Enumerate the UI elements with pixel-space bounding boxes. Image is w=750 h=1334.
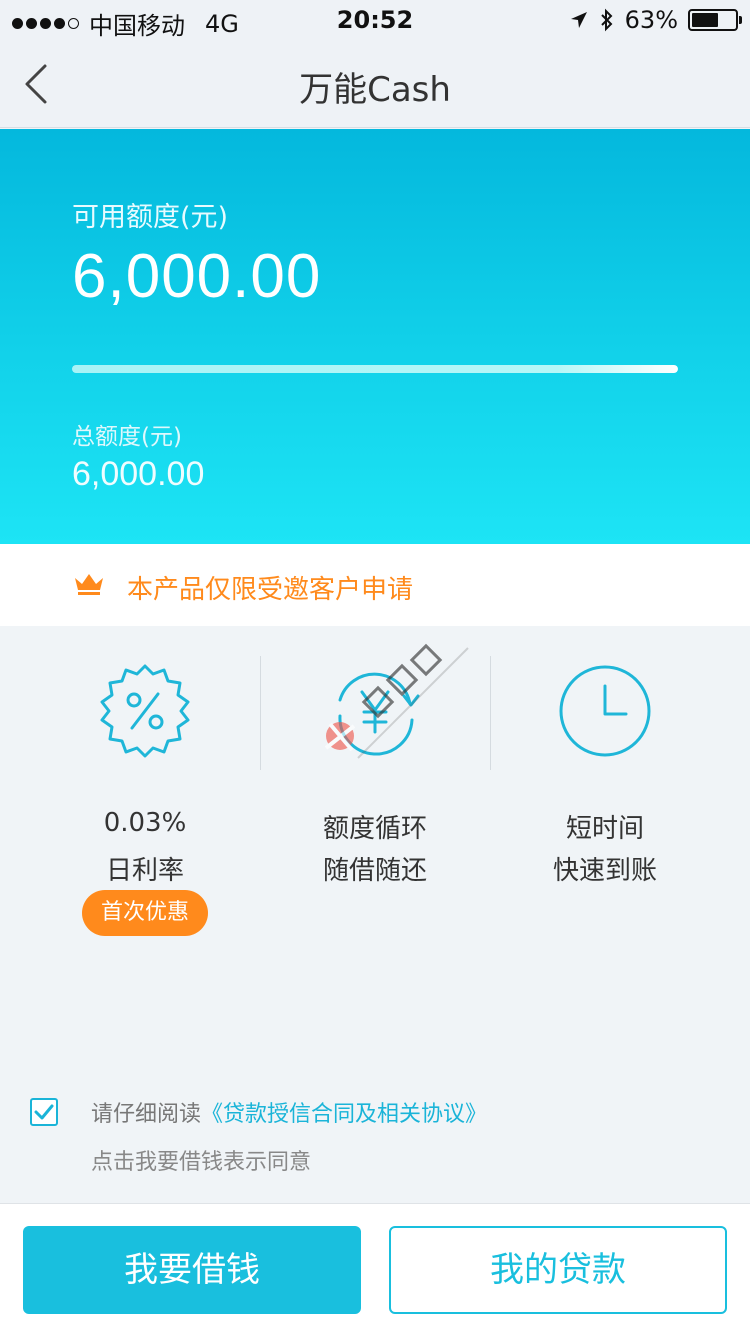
battery-level: [692, 13, 719, 27]
feature-fast-line2: 快速到账: [552, 856, 657, 886]
credit-progress-bar: [72, 365, 678, 373]
feature-rate-value: 0.03%: [103, 808, 187, 838]
agreement-checkbox[interactable]: [30, 1098, 58, 1126]
credit-progress-fill: [72, 365, 678, 373]
borrow-button[interactable]: 我要借钱: [23, 1226, 361, 1314]
battery-percent: 63%: [624, 6, 678, 34]
feature-revolving-line2: 随借随还: [322, 856, 427, 886]
my-loans-button[interactable]: 我的贷款: [389, 1226, 727, 1314]
clock-icon: [559, 665, 651, 757]
agreement-link[interactable]: 《贷款授信合同及相关协议》: [201, 1102, 487, 1127]
total-credit-amount: 6,000.00: [72, 455, 205, 493]
percent-badge-icon: [100, 664, 190, 758]
page-title: 万能Cash: [299, 70, 451, 110]
agreement-section: 请仔细阅读《贷款授信合同及相关协议》 点击我要借钱表示同意: [0, 1086, 750, 1186]
bluetooth-icon: [600, 8, 613, 32]
feature-fast-line1: 短时间: [565, 814, 644, 844]
feature-rate-label: 日利率: [105, 856, 184, 886]
location-arrow-icon: [570, 12, 587, 28]
first-time-discount-badge: 首次优惠: [82, 890, 208, 936]
status-bar: 中国移动 4G 20:52 63%: [0, 0, 750, 40]
notice-text: 本产品仅限受邀客户申请: [127, 575, 414, 605]
total-credit-label: 总额度(元): [72, 424, 182, 450]
invite-notice: 本产品仅限受邀客户申请: [0, 544, 750, 626]
available-credit-label: 可用额度(元): [72, 202, 229, 233]
agreement-note: 点击我要借钱表示同意: [91, 1150, 312, 1175]
crown-icon: [75, 574, 103, 595]
available-credit-amount: 6,000.00: [72, 242, 322, 311]
agreement-text: 请仔细阅读《贷款授信合同及相关协议》: [91, 1096, 487, 1128]
checkmark-icon: [34, 1104, 54, 1120]
bottom-action-bar: 我要借钱 我的贷款: [0, 1203, 750, 1334]
forum-watermark-logo: [324, 643, 469, 759]
feature-revolving-line1: 额度循环: [322, 814, 427, 844]
status-right: 63%: [569, 6, 742, 34]
credit-summary-panel: 可用额度(元) 6,000.00 总额度(元) 6,000.00: [0, 129, 750, 544]
battery-icon: [688, 9, 742, 31]
navigation-bar: 万能Cash: [0, 40, 750, 128]
feature-interest-rate: 0.03% 日利率 首次优惠: [30, 626, 260, 966]
feature-fast-funding: 短时间 快速到账: [490, 626, 720, 966]
agreement-prefix: 请仔细阅读: [91, 1102, 202, 1127]
